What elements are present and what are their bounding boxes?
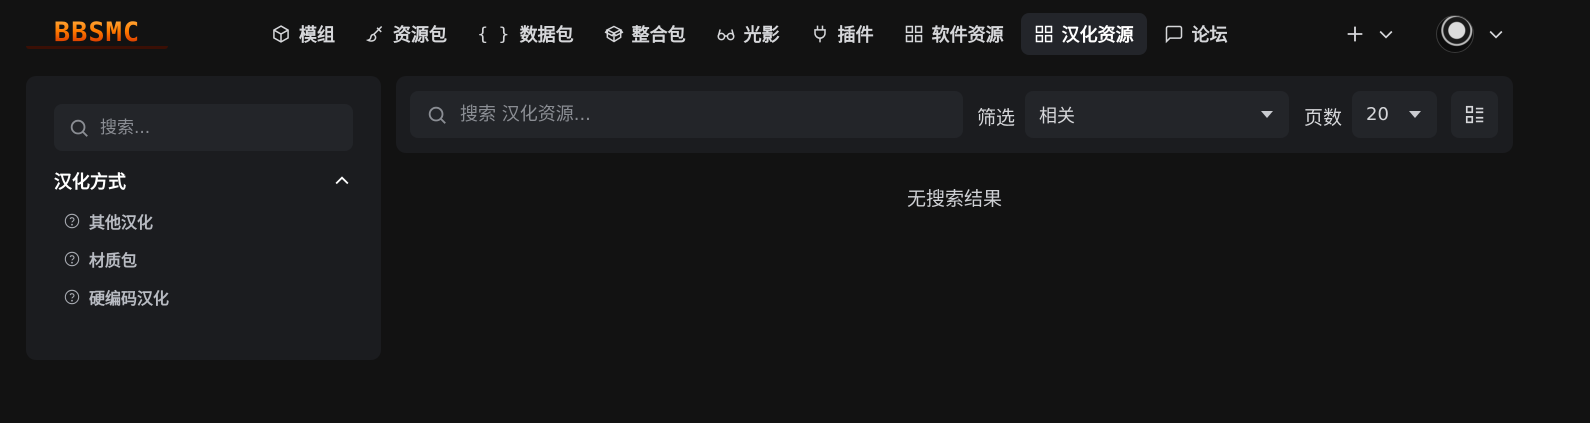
filter-list: 其他汉化 材质包 硬编码汉化 [64,202,169,316]
sort-select[interactable]: 相关 [1025,91,1289,138]
sidebar-search [54,104,353,151]
glasses-icon [717,29,735,41]
plug-icon [813,25,826,43]
caret-down-icon [1409,111,1421,118]
page-size-label: 页数 [1304,107,1343,129]
main-search-input[interactable] [460,104,940,125]
sidebar-search-input[interactable] [100,117,340,138]
help-circle-icon [64,289,80,305]
search-icon [428,106,446,124]
nav-item-modpacks[interactable]: 整合包 [591,13,699,55]
page-size-value: 20 [1366,104,1389,125]
chevron-up-icon [335,176,349,185]
nav-item-translations[interactable]: 汉化资源 [1020,13,1147,55]
nav-item-label: 数据包 [519,25,574,46]
logo-underline [26,15,168,49]
help-circle-icon [64,213,80,229]
cube-icon [273,25,289,43]
nav-item-shaders[interactable]: 光影 [703,13,793,55]
main-nav: 模组 资源包 { } 数据包 整合包 光影 插件 软件资源 汉化资源 论坛 [258,13,1241,55]
nav-item-label: 整合包 [631,25,686,46]
nav-item-label: 论坛 [1191,25,1228,46]
sort-select-value: 相关 [1039,105,1075,127]
help-circle-icon [64,251,80,267]
create-menu-button[interactable] [1344,17,1410,51]
filter-item-label: 硬编码汉化 [89,289,170,308]
filter-section-title: 汉化方式 [54,172,126,193]
nav-item-label: 光影 [743,25,780,46]
chevron-down-icon [1379,30,1393,39]
filter-item-texturepack[interactable]: 材质包 [64,240,169,278]
empty-results-message: 无搜索结果 [906,188,1002,210]
nav-item-software[interactable]: 软件资源 [891,13,1017,55]
filter-sidebar: 汉化方式 其他汉化 材质包 硬编码汉化 [26,76,381,360]
filter-item-other[interactable]: 其他汉化 [64,202,169,240]
layout-toggle-button[interactable] [1451,91,1498,138]
nav-item-forum[interactable]: 论坛 [1151,13,1241,55]
nav-item-label: 资源包 [393,25,447,46]
nav-item-label: 汉化资源 [1061,25,1134,46]
filter-item-label: 材质包 [89,251,138,270]
message-icon [1165,25,1182,44]
braces-icon: { } [477,23,512,45]
avatar [1436,15,1474,53]
chevron-down-icon [1489,30,1503,39]
page-size-select[interactable]: 20 [1352,91,1437,138]
package-icon [604,25,624,43]
nav-item-resourcepacks[interactable]: 资源包 [352,13,460,55]
nav-item-mods[interactable]: 模组 [258,13,348,55]
search-icon [70,119,88,137]
nav-item-label: 插件 [837,25,874,46]
filter-item-label: 其他汉化 [89,213,154,232]
list-layout-icon [1465,105,1483,123]
nav-item-label: 软件资源 [931,25,1004,46]
filter-item-hardcoded[interactable]: 硬编码汉化 [64,278,169,316]
plus-icon [1347,26,1363,42]
nav-item-plugins[interactable]: 插件 [797,13,887,55]
nav-item-label: 模组 [299,25,335,46]
nav-item-datapacks[interactable]: { } 数据包 [464,13,587,55]
grid-icon [1035,25,1052,43]
sort-label: 筛选 [977,107,1016,129]
paintbrush-icon [365,25,383,42]
top-navigation: BBSMC 模组 资源包 { } 数据包 整合包 光影 插件 软件资源 汉化资源… [0,0,1590,70]
user-menu-button[interactable] [1436,14,1506,54]
grid-icon [905,25,922,43]
filter-section-toggle[interactable]: 汉化方式 [54,168,352,194]
caret-down-icon [1261,111,1273,118]
main-search [410,91,963,138]
search-toolbar: 筛选 相关 页数 20 [396,76,1513,153]
site-logo[interactable]: BBSMC [26,15,168,49]
